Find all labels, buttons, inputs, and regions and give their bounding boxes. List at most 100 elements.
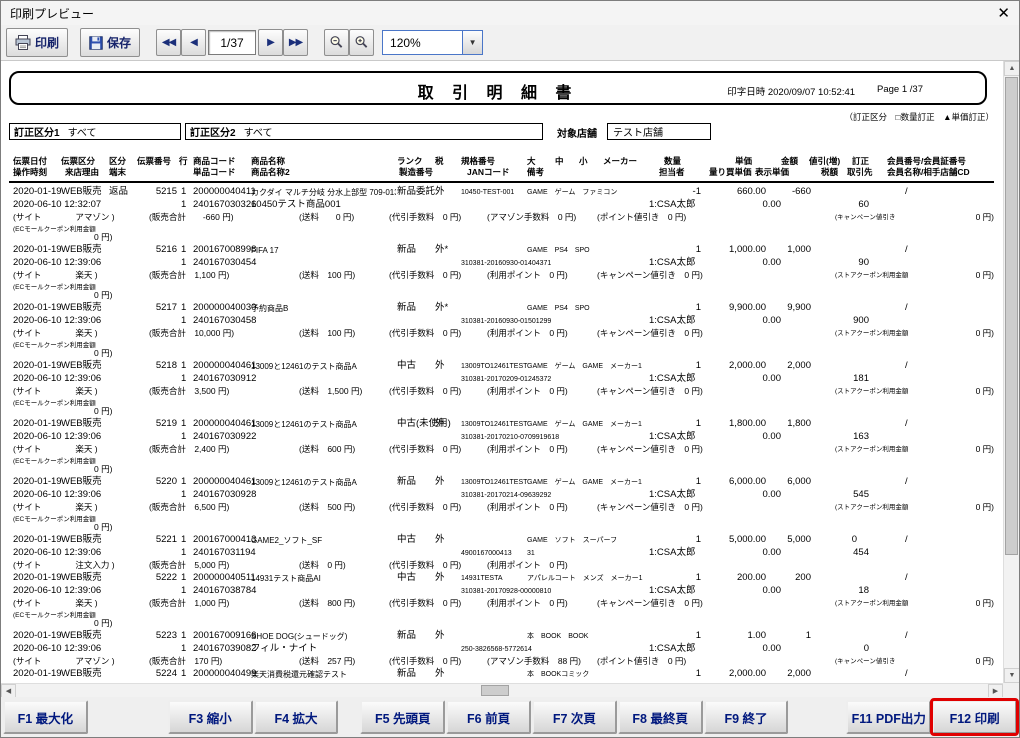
toolbar-spacer — [140, 42, 156, 43]
last-page-button[interactable]: ▶▶ — [283, 29, 308, 56]
cat: GAME ゲーム ファミコン — [527, 189, 617, 197]
zoom-in-button[interactable] — [349, 29, 374, 56]
tax: 外 — [435, 631, 445, 642]
fkey-f1-button[interactable]: F1 最大化 — [3, 700, 88, 734]
col-header: 伝票番号 — [137, 157, 171, 167]
point: (キャンペーン値引き 0 円) — [597, 387, 703, 397]
save-button[interactable]: 保存 — [80, 28, 140, 57]
scroll-up-icon[interactable]: ▲ — [1004, 61, 1019, 76]
site: (サイト アマゾン ) — [13, 657, 115, 667]
print-button[interactable]: 印刷 — [6, 28, 68, 57]
time: 2020-06-10 12:39:06 — [13, 374, 101, 385]
member: / — [905, 631, 908, 642]
jan: 310381-20160930-01501299 — [461, 318, 551, 326]
scroll-left-icon[interactable]: ◀ — [1, 684, 16, 697]
no: 5216 — [156, 245, 177, 256]
report-title: 取 引 明 細 書 — [418, 79, 579, 103]
col-header: ランク — [397, 157, 423, 167]
staff: 1:CSA太郎 — [649, 490, 695, 501]
taxamt: 90 — [858, 258, 869, 269]
code: 240167030454 — [193, 258, 256, 269]
disp: 0.00 — [763, 644, 782, 655]
sales: (販売合計 2,400 円) — [149, 445, 229, 455]
report-page: 取 引 明 細 書 印字日時 2020/09/07 10:52:41 Page … — [1, 61, 1002, 683]
slip: WEB販売 — [61, 669, 102, 680]
txn-line1: 2020-01-19WEB販売5220120000004046113009と12… — [9, 477, 994, 490]
spec: 13009TO12461TEST — [461, 479, 527, 487]
filter-correction2-value: すべて — [240, 124, 277, 139]
time: 2020-06-10 12:39:06 — [13, 432, 101, 443]
date: 2020-01-19 — [13, 361, 62, 372]
col-header: JANコード — [467, 168, 510, 178]
scroll-down-icon[interactable]: ▼ — [1004, 668, 1019, 683]
ship: (送料 100 円) — [299, 271, 355, 281]
time: 2020-06-10 12:39:06 — [13, 644, 101, 655]
txn-line1: 2020-01-19WEB販売52171200000040030予約商品B新品外… — [9, 303, 994, 316]
vertical-scrollbar[interactable]: ▲ ▼ — [1003, 61, 1019, 683]
taxamt: 545 — [853, 490, 869, 501]
fkey-f6-button[interactable]: F6 前頁 — [446, 700, 531, 734]
rank: 新品 — [397, 303, 416, 314]
cod: (代引手数料 0 円) — [389, 503, 461, 513]
cod: (代引手数料 0 円) — [389, 445, 461, 455]
txn-line1: 2020-01-19WEB販売5222120000004051114931テスト… — [9, 573, 994, 586]
kbn: 返品 — [109, 187, 128, 198]
target-store-label: 対象店舗 — [557, 125, 597, 140]
fkey-f11-button[interactable]: F11 PDF出力 — [846, 700, 931, 734]
ec-coupon-amount: 0 円) — [94, 523, 112, 533]
member: / — [905, 419, 908, 430]
rank: 新品委託 — [397, 187, 435, 198]
sales: (販売合計 1,000 円) — [149, 599, 229, 609]
fkey-f8-button[interactable]: F8 最終頁 — [618, 700, 703, 734]
name: SHOE DOG(シュードッグ) — [251, 632, 347, 641]
line: 1 — [181, 644, 186, 655]
transactions: 2020-01-19WEB販売返品52151200000040411カクダイ マ… — [9, 187, 994, 682]
vertical-scrollbar-thumb[interactable] — [1005, 77, 1018, 555]
code: 240167030922 — [193, 432, 256, 443]
zoom-combobox[interactable]: 120% — [382, 30, 462, 55]
fkey-f4-button[interactable]: F4 拡大 — [254, 700, 339, 734]
line: 1 — [181, 419, 186, 430]
page-indicator[interactable]: 1/37 — [208, 30, 256, 55]
col-header: 商品名称2 — [251, 168, 290, 178]
rank: 新品 — [397, 477, 416, 488]
line: 1 — [181, 631, 186, 642]
amount: 1,000 — [787, 245, 811, 256]
horizontal-scrollbar[interactable]: ◀ ▶ — [1, 683, 1003, 697]
first-page-button[interactable]: ◀◀ — [156, 29, 181, 56]
fkey-f7-button[interactable]: F7 次頁 — [532, 700, 617, 734]
zoom-dropdown-button[interactable]: ▼ — [462, 30, 483, 55]
txn-line1: 2020-01-19WEB販売52231200167009166SHOE DOG… — [9, 631, 994, 644]
line: 1 — [181, 200, 186, 211]
col-header: 会員名称/相手店舗CD — [887, 168, 970, 178]
fkey-f5-button[interactable]: F5 先頭頁 — [360, 700, 445, 734]
time: 2020-06-10 12:39:06 — [13, 258, 101, 269]
txn-line3: (サイト 楽天 )(販売合計 10,000 円)(送料 100 円)(代引手数料… — [9, 329, 994, 341]
col-header: 値引(増) — [809, 157, 840, 167]
ec-coupon-amount: 0 円) — [94, 291, 112, 301]
price: 9,900.00 — [729, 303, 766, 314]
print-datetime: 印字日時 2020/09/07 10:52:41 — [727, 84, 855, 98]
next-page-button[interactable]: ▶ — [258, 29, 283, 56]
fkey-f3-button[interactable]: F3 縮小 — [168, 700, 253, 734]
prev-page-button[interactable]: ◀ — [181, 29, 206, 56]
sales: (販売合計 170 円) — [149, 657, 222, 667]
price: 5,000.00 — [729, 535, 766, 546]
close-icon[interactable]: ✕ — [997, 6, 1010, 21]
spec: 13009TO12461TEST — [461, 363, 527, 371]
member: / — [905, 535, 908, 546]
ec-coupon-amount: 0 円) — [94, 407, 112, 417]
zoom-out-button[interactable] — [324, 29, 349, 56]
horizontal-scrollbar-thumb[interactable] — [481, 685, 509, 696]
fkey-f12-button[interactable]: F12 印刷 — [932, 700, 1017, 734]
cat: GAME ゲーム GAME メーカー1 — [527, 363, 642, 371]
col-header: 数量 — [664, 157, 681, 167]
line: 1 — [181, 361, 186, 372]
qty: 1 — [696, 361, 701, 372]
name: 楽天消費税還元確認テスト — [251, 670, 347, 679]
fkey-f9-button[interactable]: F9 終了 — [704, 700, 789, 734]
site: (サイト 楽天 ) — [13, 599, 98, 609]
scroll-right-icon[interactable]: ▶ — [988, 684, 1003, 697]
tiny: (ストアクーポン利用金額 — [835, 504, 908, 511]
amount: 6,000 — [787, 477, 811, 488]
